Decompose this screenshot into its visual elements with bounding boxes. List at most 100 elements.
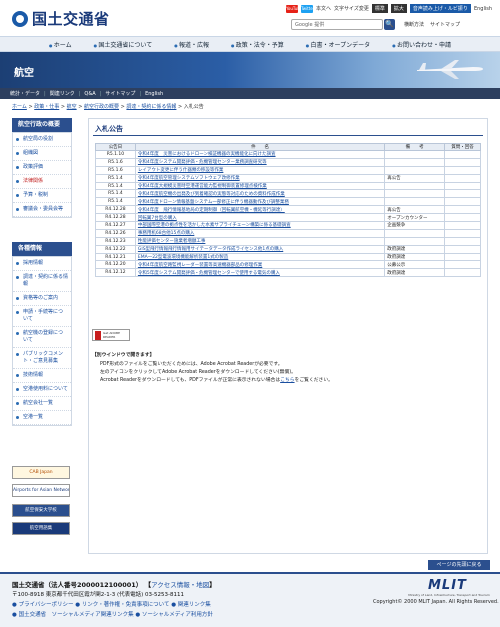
sidebar-item-recruit[interactable]: 採用情報: [13, 257, 71, 271]
youtube-icon[interactable]: YouTube: [286, 4, 302, 13]
row-name-link[interactable]: 令和4年度 災害におけるドローン検証機器の実機能化に向けた調査: [134, 150, 386, 159]
sidebar-banner-glossary[interactable]: 航空用語集: [12, 522, 70, 535]
skip-to-content-link[interactable]: 本文へ: [316, 5, 331, 12]
row-name-link[interactable]: 令和4年度ドローン情報基盤システム一部修正に伴う機器動作及び調整業務: [134, 197, 386, 207]
table-row: R4.12.22 GIS型飛行情報飛行情報用サイテータデータ作成ライセンス他1点の…: [95, 244, 481, 254]
sidebar-banner-school[interactable]: 航空保安大学校: [12, 504, 70, 517]
twitter-icon[interactable]: Twitter: [301, 4, 314, 13]
row-qa: [444, 228, 481, 238]
breadcrumb-home[interactable]: ホーム: [12, 104, 27, 110]
pdf-note-title: 【別ウインドウで開きます】: [92, 353, 155, 358]
back-to-top-button[interactable]: ページの先頭に戻る: [428, 560, 490, 570]
footer-related-link[interactable]: 関連リンク集: [178, 602, 211, 608]
sidebar-item-procurement[interactable]: 調達・契約に係る情報: [13, 271, 71, 292]
table-row: R5.1.4 令和4年度大規模災害時空港運営能力監視制御装置修理点検作業: [95, 181, 481, 191]
row-note: 政府調達: [384, 252, 446, 262]
row-note: [384, 228, 446, 238]
table-row: R5.1.4 令和4年度航空機の出発及び到着確認の実態等対応のための資料作成作業: [95, 189, 481, 199]
font-size-standard-button[interactable]: 標準: [371, 4, 388, 13]
gnav-about[interactable]: 国土交通省について: [94, 40, 152, 49]
sidebar-item-airlines[interactable]: 航空会社一覧: [13, 397, 71, 411]
breadcrumb-overview[interactable]: 航空行政の概要: [84, 104, 119, 110]
mlit-logo[interactable]: 国土交通省: [12, 8, 110, 29]
row-date: R5.1.4: [95, 189, 136, 199]
breadcrumb-policy[interactable]: 政策・仕事: [34, 104, 59, 110]
row-name-link[interactable]: 令和4年度航空路監視レーダー装置等高速機器部品の修理作業: [134, 260, 386, 270]
ganav-stats[interactable]: 統計・データ: [10, 90, 40, 97]
sidebar-item-licenses[interactable]: 資格等のご案内: [13, 292, 71, 306]
row-name-link[interactable]: EMA一22型電波環境機能解析装置1式の製造: [134, 252, 386, 262]
sidebar-item-airports[interactable]: 空港一覧: [13, 411, 71, 425]
adobe-reader-badge[interactable]: Get ADOBE READER: [92, 329, 130, 341]
row-name-link[interactable]: 令和4年度システム開発評価・危機管理センター業務調査研究等: [134, 157, 386, 167]
footer-social-link[interactable]: 国土交通省 ソーシャルメディア関連リンク集: [19, 612, 134, 618]
ganav-sitemap[interactable]: サイトマップ: [105, 90, 135, 97]
row-name-link[interactable]: GIS型飛行情報飛行情報用サイテータデータ作成ライセンス他1点の購入: [134, 244, 386, 254]
sidebar-item-applications[interactable]: 申請・手続等について: [13, 306, 71, 327]
breadcrumb-aviation[interactable]: 航空: [67, 104, 77, 110]
row-name-link[interactable]: 令和4年度航空管理システムソフトウェア改修作業: [134, 173, 386, 183]
gnav-contact[interactable]: お問い合わせ・申請: [392, 40, 451, 49]
footer-copyright-link[interactable]: リンク・著作権・免責事項について: [82, 602, 170, 608]
table-row: R5.1.10 令和4年度 災害におけるドローン検証機器の実機能化に向けた調査: [95, 150, 481, 159]
sidebar-item-org-chart[interactable]: 組織図: [13, 147, 71, 161]
footer-social-policy-link[interactable]: ソーシャルメディア利用方針: [142, 612, 213, 618]
ganav-qa[interactable]: Q&A: [84, 91, 95, 97]
sidebar-item-councils[interactable]: 審議会・委員会等: [13, 203, 71, 217]
ganav-links[interactable]: 関連リンク: [50, 90, 75, 97]
search-placeholder: Google 提供: [295, 22, 325, 28]
breadcrumb-procurement[interactable]: 調達・契約に係る情報: [126, 104, 176, 110]
row-note: [384, 165, 446, 175]
font-size-large-button[interactable]: 拡大: [390, 4, 407, 13]
row-name-link[interactable]: レイアウト変更に伴う什器類の移設等作業: [134, 165, 386, 175]
title-divider: [93, 135, 483, 136]
row-qa: [444, 150, 481, 159]
sidebar-item-public-comment[interactable]: パブリックコメント・ご意見募集: [13, 348, 71, 369]
sidebar-item-budget[interactable]: 予算・税制: [13, 189, 71, 203]
row-date: R4.12.12: [95, 268, 136, 278]
sidebar-item-registration[interactable]: 航空機の登録について: [13, 327, 71, 348]
gnav-home[interactable]: ホーム: [49, 40, 72, 49]
search-button[interactable]: 🔍: [384, 19, 395, 30]
sidebar-item-policy-eval[interactable]: 政策評価: [13, 161, 71, 175]
row-note: [384, 236, 446, 246]
table-row: R5.1.6 令和4年度システム開発評価・危機管理センター業務調査研究等: [95, 157, 481, 167]
english-link[interactable]: English: [474, 6, 492, 12]
footer-privacy-link[interactable]: プライバシーポリシー: [19, 602, 74, 608]
row-name-link[interactable]: 回転翼7台型の購入: [134, 213, 386, 223]
footer-links-row1: ● プライバシーポリシー ● リンク・著作権・免責事項について ● 関連リンク集: [12, 602, 211, 608]
footer-address: 〒100-8918 東京都千代田区霞が関2-1-3 (代表電話) 03-5253…: [12, 592, 184, 598]
row-name-link[interactable]: 令和4年度大規模災害時空港運営能力監視制御装置修理点検作業: [134, 181, 386, 191]
row-name-link[interactable]: 事務用机68台他15点の購入: [134, 228, 386, 238]
sidebar-item-role[interactable]: 航空局の役割: [13, 133, 71, 147]
sidebar-item-tech-info[interactable]: 技術情報: [13, 369, 71, 383]
mlit-emblem-icon: [12, 10, 28, 27]
row-name-link[interactable]: 中部国際空港の拠点性を活かした水素サプライチェーン構築に係る基礎調査: [134, 221, 386, 230]
search-input[interactable]: Google 提供: [291, 19, 383, 30]
sidebar-banner-asian-airports[interactable]: Airports for Asian Network: [12, 484, 70, 497]
sitemap-link[interactable]: サイトマップ: [430, 21, 460, 28]
sidebar-item-airport-fees[interactable]: 空港使用料について: [13, 383, 71, 397]
gnav-policy[interactable]: 政策・法令・予算: [231, 40, 284, 49]
gnav-press[interactable]: 報道・広報: [174, 40, 209, 49]
row-qa: [444, 236, 481, 246]
row-name-link[interactable]: 令和5年度システム開発評価・危機管理センターで使用する電気の購入: [134, 268, 386, 278]
row-name-link[interactable]: 令和4年度航空機の出発及び到着確認の実態等対応のための資料作成作業: [134, 189, 386, 199]
row-note: 公募公示: [384, 260, 446, 270]
voice-reading-button[interactable]: 音声読み上げ・ルビ振り: [409, 4, 471, 13]
ganav-english[interactable]: English: [145, 91, 163, 97]
pdf-icon: [95, 330, 102, 340]
gnav-whitepaper[interactable]: 白書・オープンデータ: [306, 40, 371, 49]
row-name-link[interactable]: 性能評価センター施業者増額工事: [134, 236, 386, 246]
footer-access-link[interactable]: アクセス情報・地図: [151, 581, 209, 589]
row-note: [384, 157, 446, 167]
pdf-note-line-1: PDF形式のファイルをご覧いただくためには、Adobe Acrobat Read…: [100, 362, 283, 367]
row-name-link[interactable]: 令和4年度 飛行情報基地局の定期制御（回転翼航空機・機延等行調達）: [134, 205, 386, 215]
cross-search-link[interactable]: 横断方法: [404, 21, 424, 28]
pdf-help-link[interactable]: こちら: [280, 378, 294, 383]
sidebar-item-laws[interactable]: 法律関係: [13, 175, 71, 189]
section-title: 航空: [14, 68, 34, 79]
table-header-row: 公告日 件 名 備 考 質問・回答: [95, 143, 481, 151]
global-nav: ホーム 国土交通省について 報道・広報 政策・法令・予算 白書・オープンデータ …: [0, 36, 500, 52]
sidebar-banner-cab[interactable]: CAB Japan: [12, 466, 70, 479]
